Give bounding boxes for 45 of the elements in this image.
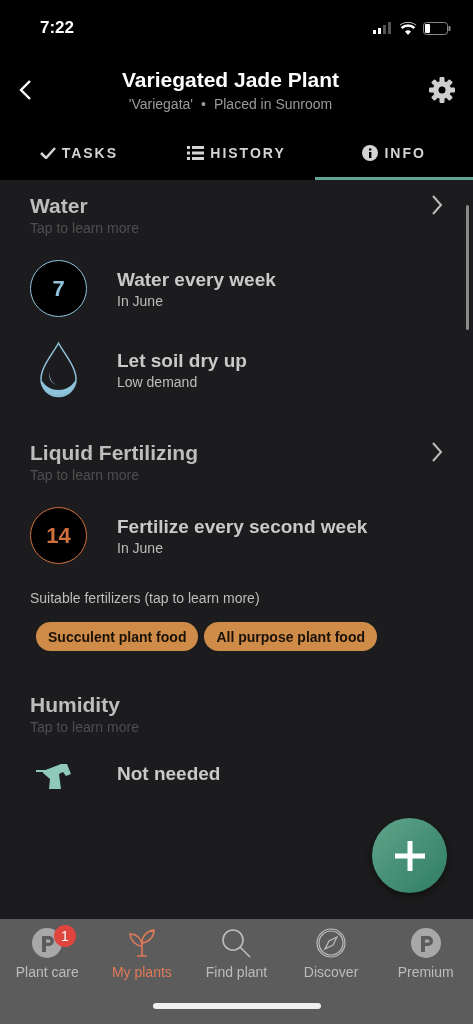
nav-item[interactable]: Discover: [283, 927, 379, 981]
section-title: Water: [30, 194, 89, 218]
fertilizer-chip[interactable]: All purpose plant food: [204, 622, 377, 651]
tab[interactable]: HISTORY: [157, 128, 316, 180]
settings-icon: [429, 77, 455, 103]
section-title: Liquid Fertilizing: [30, 441, 198, 465]
back-icon: [18, 79, 32, 101]
frequency-badge: 14: [30, 507, 87, 564]
nav-item[interactable]: Plant care 1: [0, 927, 95, 981]
care-detail: In June: [117, 539, 164, 556]
care-title: Fertilize every second week: [117, 515, 368, 538]
plant-location: Placed in Sunroom: [213, 96, 333, 112]
notification-badge: 1: [54, 925, 76, 947]
plant-title: Variegated Jade Plant: [121, 68, 340, 92]
compass-icon: [316, 928, 347, 958]
care-title: Not needed: [117, 763, 221, 785]
cultivar-name: 'Variegata': [128, 96, 193, 112]
battery-icon: [423, 21, 451, 35]
back-button[interactable]: [18, 79, 32, 101]
wifi-icon: [399, 21, 417, 35]
care-detail: In June: [117, 292, 164, 309]
chevron-right-icon: [431, 441, 443, 463]
chevron-right-icon: [431, 194, 443, 216]
care-title: Water every week: [117, 268, 276, 291]
check-icon: [39, 146, 56, 159]
plus-icon: [394, 840, 425, 871]
p-logo-icon: [410, 928, 441, 958]
section-title: Humidity: [30, 693, 121, 717]
settings-button[interactable]: [429, 77, 455, 103]
care-title: Let soil dry up: [117, 350, 247, 372]
sprout-icon: [126, 928, 157, 958]
frequency-badge: 7: [30, 260, 87, 317]
list-icon: [187, 145, 205, 160]
fertilizer-note: Suitable fertilizers (tap to learn more): [30, 590, 261, 606]
care-detail: Low demand: [117, 374, 199, 390]
tab[interactable]: TASKS: [0, 128, 158, 180]
nav-item[interactable]: Premium: [378, 927, 473, 981]
fertilizer-chip[interactable]: Succulent plant food: [36, 622, 199, 651]
separator-dot: •: [201, 96, 206, 112]
signal-icon: [373, 22, 393, 34]
search-icon: [221, 928, 252, 958]
status-time: 7:22: [40, 18, 75, 38]
info-icon: [362, 144, 379, 161]
nav-item[interactable]: Find plant: [189, 927, 284, 981]
tab[interactable]: INFO: [315, 128, 473, 180]
